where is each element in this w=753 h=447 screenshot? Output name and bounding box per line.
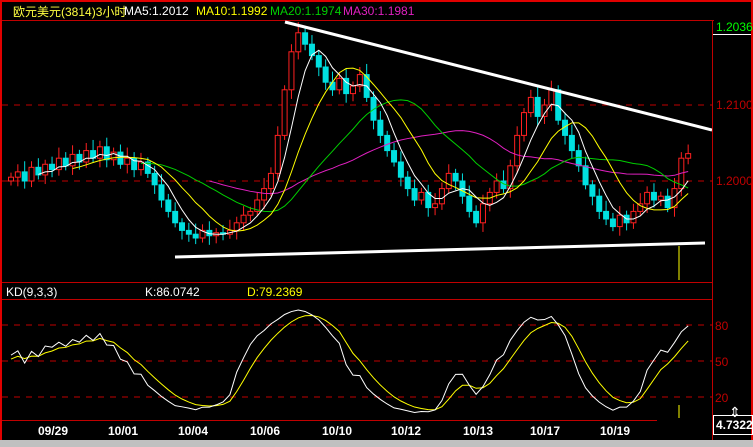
candle-body xyxy=(664,195,671,209)
candle-body xyxy=(96,146,103,159)
candle-body xyxy=(596,195,603,212)
candle-body xyxy=(411,188,418,201)
candle-body xyxy=(295,32,302,53)
candle-body xyxy=(616,214,623,228)
candle-body xyxy=(179,222,185,231)
candle-body xyxy=(493,180,500,193)
current-price: 1.2036 xyxy=(716,20,753,34)
candle-body xyxy=(62,157,69,167)
candle-body xyxy=(21,171,28,182)
candle-body xyxy=(8,176,14,182)
candle-body xyxy=(172,210,179,224)
candle-body xyxy=(28,166,35,182)
resistance-trendline xyxy=(284,20,712,132)
candle-body xyxy=(521,112,527,136)
support-trendline xyxy=(174,241,706,259)
candle-body xyxy=(69,153,76,167)
candle-body xyxy=(103,146,110,161)
candle-body xyxy=(185,229,192,235)
candle-body xyxy=(404,176,411,190)
candle-body xyxy=(418,191,425,201)
candle-body xyxy=(350,85,356,95)
candle-body xyxy=(165,199,172,212)
candle-body xyxy=(315,55,322,68)
price-axis-line xyxy=(712,20,713,440)
candle-body xyxy=(432,203,439,209)
current-price-box: 1.2036 xyxy=(713,20,753,35)
candle-body xyxy=(452,172,459,182)
candle-body xyxy=(14,171,21,178)
candle-body xyxy=(582,165,589,186)
candle-body xyxy=(548,89,555,106)
candle-body xyxy=(384,134,391,152)
candle-body xyxy=(42,163,49,176)
candle-body xyxy=(192,233,199,239)
candle-body xyxy=(151,172,158,186)
chart-window: 欧元美元(3814)3小时 MA5:1.2012 MA10:1.1992 MA2… xyxy=(0,0,753,447)
candle-body xyxy=(397,161,404,178)
candle-body xyxy=(302,32,309,45)
candle-body xyxy=(247,210,254,216)
candle-body xyxy=(609,218,616,228)
kd-d-line xyxy=(10,314,689,411)
candle-body xyxy=(274,134,281,174)
candle-body xyxy=(534,96,541,117)
candle-body xyxy=(466,195,473,212)
kd-label-50: 50 xyxy=(715,355,729,369)
candle-body xyxy=(267,172,274,190)
resize-cursor-icon: ⇕ xyxy=(729,404,741,420)
candle-body xyxy=(240,214,247,224)
ma10-line xyxy=(72,67,689,232)
ma5-line xyxy=(38,49,689,235)
candle-body xyxy=(630,210,637,224)
candle-body xyxy=(589,184,596,197)
candle-body xyxy=(288,51,295,91)
price-label-2: 1.2000 xyxy=(716,174,753,188)
candle-body xyxy=(479,203,486,224)
candle-body xyxy=(322,66,329,83)
chart-canvas[interactable] xyxy=(0,0,712,440)
kd-label-80: 80 xyxy=(715,319,729,333)
candle-body xyxy=(261,188,268,201)
candle-body xyxy=(603,210,610,220)
candle-body xyxy=(124,157,131,165)
candle-body xyxy=(473,210,480,224)
candle-body xyxy=(281,89,288,136)
candle-body xyxy=(445,172,452,190)
candle-body xyxy=(117,151,124,165)
candle-body xyxy=(685,153,692,159)
candle-body xyxy=(644,191,651,205)
candle-body xyxy=(158,184,165,201)
candle-body xyxy=(657,195,664,201)
candle-body xyxy=(568,134,575,152)
candle-body xyxy=(336,77,343,91)
candle-body xyxy=(438,188,445,205)
candle-body xyxy=(377,119,384,136)
candle-body xyxy=(650,191,657,201)
candle-body xyxy=(391,150,398,163)
candle-body xyxy=(527,96,534,114)
candle-body xyxy=(83,150,90,163)
candle-body xyxy=(233,222,240,231)
candle-body xyxy=(514,134,521,167)
price-label-1: 1.2100 xyxy=(716,98,753,112)
candle-body xyxy=(329,81,336,91)
status-bar xyxy=(0,440,753,447)
candle-body xyxy=(49,163,56,171)
candle-body xyxy=(575,150,582,167)
kd-label-20: 20 xyxy=(715,391,729,405)
